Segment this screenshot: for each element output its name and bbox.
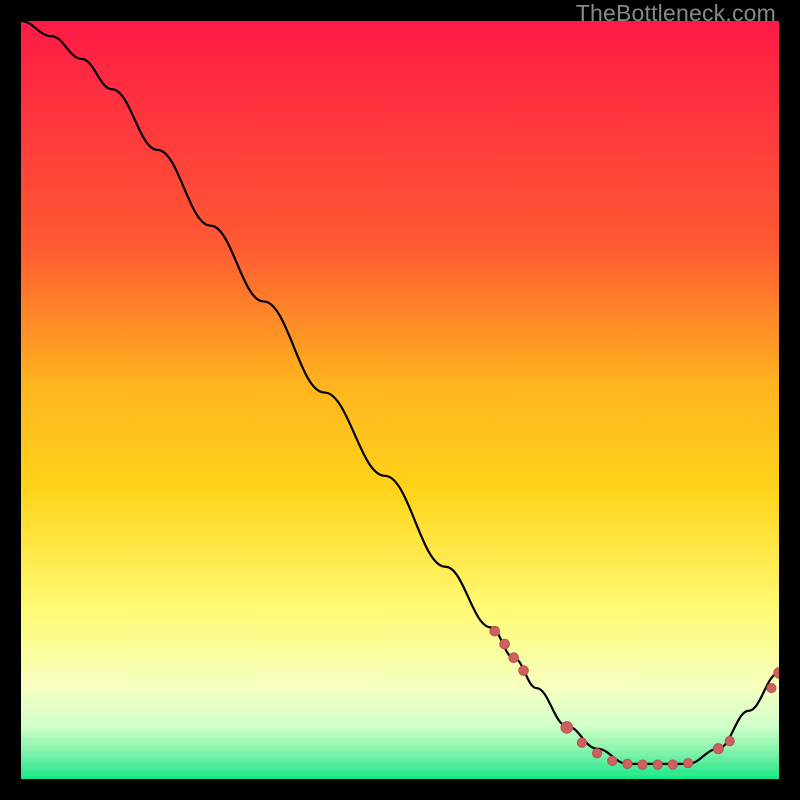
highlight-dot	[623, 759, 632, 768]
highlight-dot	[592, 749, 601, 758]
band	[21, 754, 779, 757]
highlight-dot	[725, 737, 734, 746]
highlight-dot	[561, 722, 573, 734]
band	[21, 773, 779, 776]
highlight-dot	[653, 760, 662, 769]
chart-svg	[21, 21, 779, 779]
band	[21, 735, 779, 738]
band	[21, 728, 779, 731]
band	[21, 703, 779, 706]
highlight-dot	[713, 744, 723, 754]
highlight-dot	[767, 683, 776, 692]
highlight-dot	[577, 738, 586, 747]
gradient-bg	[21, 21, 779, 779]
highlight-dot	[668, 760, 677, 769]
band	[21, 741, 779, 744]
chart-frame: TheBottleneck.com	[0, 0, 800, 800]
highlight-dot	[509, 653, 519, 663]
band	[21, 716, 779, 719]
band	[21, 760, 779, 763]
watermark-text: TheBottleneck.com	[576, 0, 776, 27]
band	[21, 722, 779, 725]
plot-area	[21, 21, 779, 779]
band	[21, 710, 779, 713]
highlight-dot	[683, 758, 692, 767]
highlight-dot	[638, 760, 647, 769]
highlight-dot	[519, 666, 529, 676]
band	[21, 766, 779, 769]
band	[21, 747, 779, 750]
highlight-dot	[490, 626, 500, 636]
highlight-dot	[500, 639, 510, 649]
highlight-dot	[608, 756, 617, 765]
